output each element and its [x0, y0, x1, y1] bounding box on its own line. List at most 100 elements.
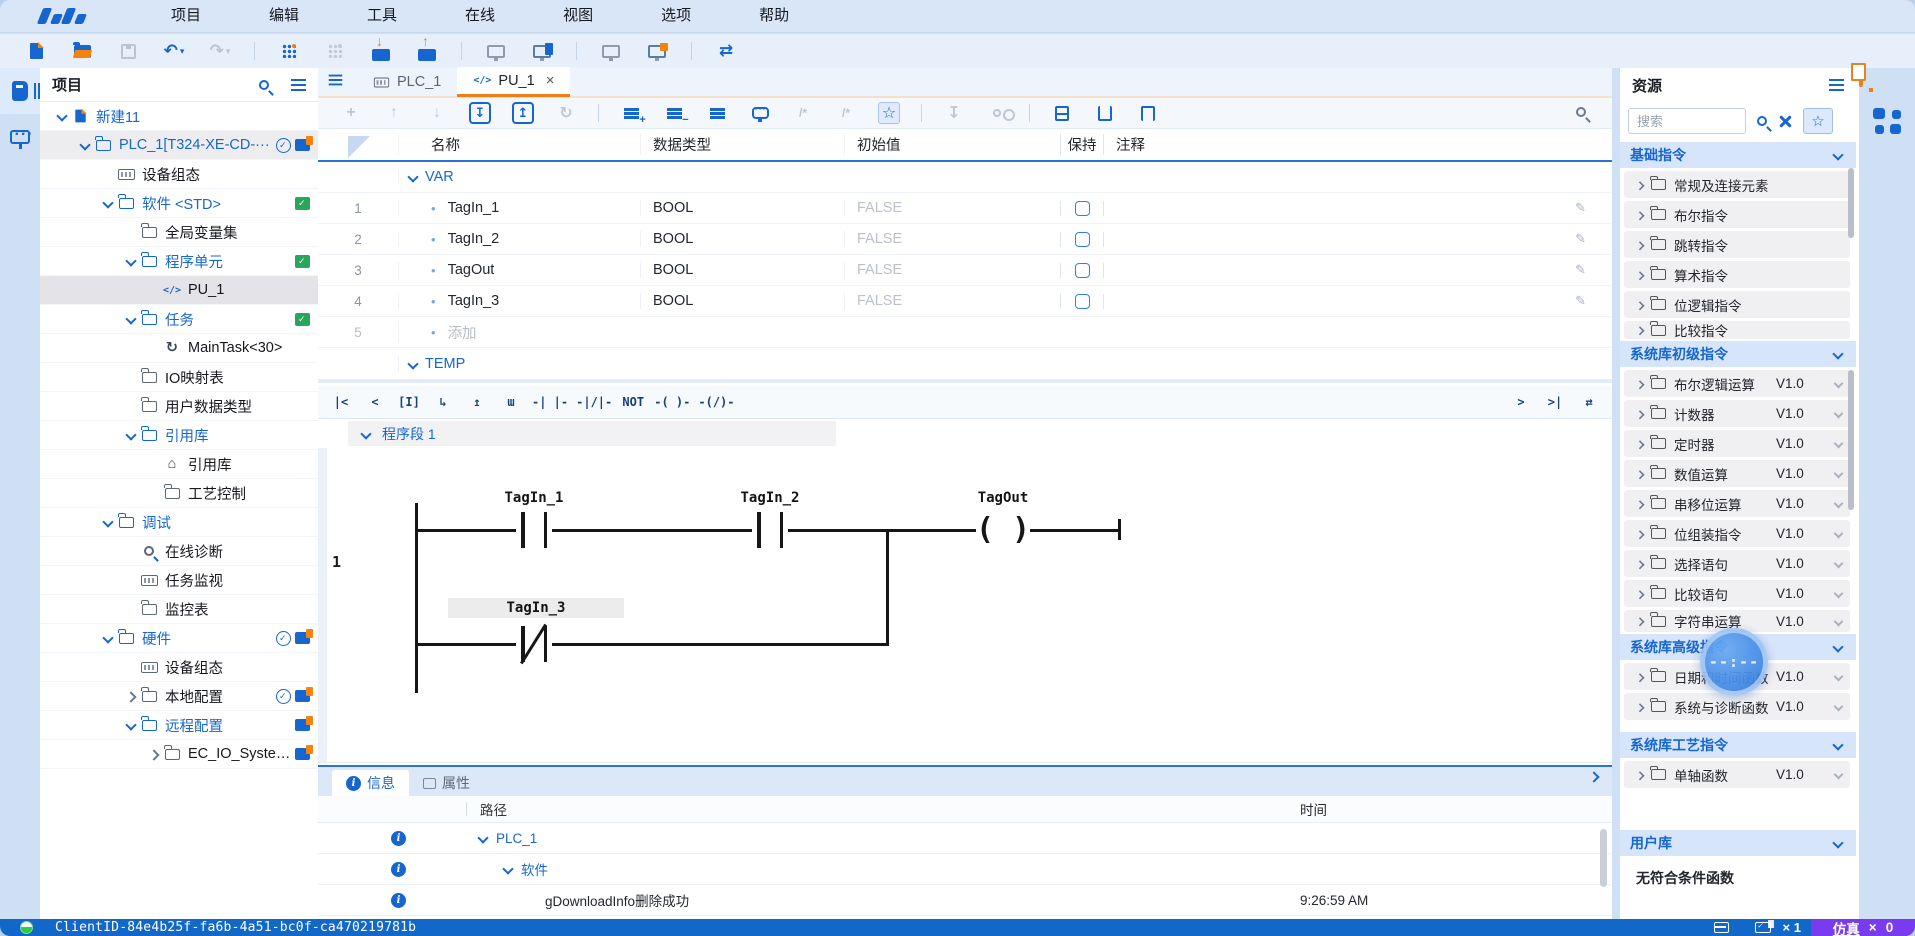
- menu-options[interactable]: 选项: [627, 0, 725, 32]
- chevron-down-icon[interactable]: [1830, 639, 1846, 655]
- tree-item-hardware[interactable]: 硬件: [40, 624, 318, 653]
- column-comment[interactable]: 注释: [1104, 134, 1612, 155]
- library-item[interactable]: 算术指令: [1624, 261, 1850, 288]
- recompile-button[interactable]: ↻: [555, 102, 577, 124]
- menu-tools[interactable]: 工具: [333, 0, 431, 32]
- chevron-down-icon[interactable]: [475, 830, 491, 846]
- simulation-status-button[interactable]: 仿真 × 0: [1811, 919, 1915, 936]
- next-network-button[interactable]: >: [1508, 390, 1534, 414]
- connect-device-button[interactable]: [484, 39, 508, 63]
- comment-bubble-button[interactable]: [749, 102, 771, 124]
- insert-row-button[interactable]: [620, 102, 642, 124]
- chevron-right-icon[interactable]: [123, 688, 139, 704]
- first-network-button[interactable]: |<: [328, 390, 354, 414]
- chevron-right-icon[interactable]: [1634, 768, 1647, 781]
- tab-plc1[interactable]: PLC_1: [357, 67, 457, 97]
- edit-pencil-icon[interactable]: ✎: [1575, 293, 1586, 309]
- tools-cross-icon[interactable]: [1778, 114, 1792, 128]
- chevron-right-icon[interactable]: [1634, 437, 1647, 450]
- retain-checkbox[interactable]: [1075, 232, 1090, 247]
- info-row[interactable]: i gDownloadInfo删除成功 9:26:59 AM: [318, 885, 1612, 916]
- chevron-right-icon[interactable]: [1634, 377, 1647, 390]
- edit-pencil-icon[interactable]: ✎: [1575, 200, 1586, 216]
- ladder-canvas[interactable]: 1 TagIn_1 TagIn_2 TagOut () TagIn_3: [318, 448, 1612, 763]
- chevron-right-icon[interactable]: [1634, 587, 1647, 600]
- search-icon[interactable]: [1757, 116, 1767, 126]
- close-icon[interactable]: ×: [546, 72, 555, 89]
- simulation-button[interactable]: [645, 39, 669, 63]
- download-library-button[interactable]: ↧: [943, 102, 965, 124]
- coil-label[interactable]: TagOut: [943, 490, 1063, 506]
- chevron-right-icon[interactable]: [146, 746, 162, 762]
- chevron-right-icon[interactable]: [1634, 238, 1647, 251]
- save-button[interactable]: [116, 39, 140, 63]
- import-button[interactable]: ↧: [469, 102, 491, 124]
- chevron-down-icon[interactable]: [1834, 529, 1844, 539]
- tree-item-remote-config[interactable]: 远程配置: [40, 711, 318, 740]
- multi-coil-button[interactable]: ɯ: [498, 390, 524, 414]
- chevron-right-icon[interactable]: [1634, 467, 1647, 480]
- chevron-down-icon[interactable]: [100, 514, 116, 530]
- chevron-right-icon[interactable]: [1634, 497, 1647, 510]
- sort-icon[interactable]: [291, 79, 306, 91]
- add-variable-row[interactable]: 5 •添加: [318, 317, 1612, 348]
- chevron-down-icon[interactable]: [1830, 737, 1846, 753]
- library-item[interactable]: 跳转指令: [1624, 231, 1850, 258]
- section-system-process[interactable]: 系统库工艺指令: [1620, 732, 1856, 758]
- chevron-down-icon[interactable]: [1830, 346, 1846, 362]
- chevron-down-icon[interactable]: [1830, 147, 1846, 163]
- chevron-down-icon[interactable]: [1834, 672, 1844, 682]
- retain-checkbox[interactable]: [1075, 201, 1090, 216]
- move-up-button[interactable]: ↑: [383, 102, 405, 124]
- chevron-down-icon[interactable]: [1834, 616, 1844, 626]
- contact-nc-button[interactable]: -|/|-: [576, 390, 612, 414]
- chevron-down-icon[interactable]: [100, 630, 116, 646]
- tab-properties[interactable]: 属性: [409, 770, 484, 796]
- group-row-var[interactable]: VAR: [318, 162, 1612, 193]
- menu-edit[interactable]: 编辑: [235, 0, 333, 32]
- library-item[interactable]: 选择语句V1.0: [1624, 550, 1850, 577]
- reroute-button[interactable]: ⇄: [1576, 390, 1602, 414]
- search-input[interactable]: [1628, 108, 1746, 134]
- chevron-right-icon[interactable]: [1634, 700, 1647, 713]
- library-item[interactable]: 比较指令: [1624, 321, 1850, 339]
- sort-icon[interactable]: [1829, 79, 1844, 91]
- edit-pencil-icon[interactable]: ✎: [1575, 231, 1586, 247]
- library-item[interactable]: 位逻辑指令: [1624, 291, 1850, 318]
- find-references-button[interactable]: [986, 102, 1008, 124]
- chevron-down-icon[interactable]: [1834, 559, 1844, 569]
- layout-window-icon[interactable]: [1714, 922, 1729, 933]
- chevron-right-icon[interactable]: [1634, 557, 1647, 570]
- chevron-down-icon[interactable]: [1834, 589, 1844, 599]
- comment-block-button[interactable]: /*: [792, 102, 814, 124]
- tree-item-pu1[interactable]: </>PU_1: [40, 276, 318, 305]
- scrollbar-thumb[interactable]: [1848, 168, 1854, 238]
- tree-item-watch-table[interactable]: 监控表: [40, 595, 318, 624]
- chevron-down-icon[interactable]: [1834, 409, 1844, 419]
- contact-no-button[interactable]: -| |-: [532, 390, 568, 414]
- chevron-down-icon[interactable]: [1834, 770, 1844, 780]
- group-row-temp[interactable]: TEMP: [318, 348, 1612, 379]
- retain-checkbox[interactable]: [1075, 294, 1090, 309]
- column-retain[interactable]: 保持: [1060, 134, 1104, 155]
- chevron-down-icon[interactable]: [1834, 439, 1844, 449]
- tree-item-plc1[interactable]: PLC_1[T324-XE-CD-···: [40, 131, 318, 160]
- chevron-down-icon[interactable]: [123, 253, 139, 269]
- favorites-filter-button[interactable]: ☆: [1803, 108, 1833, 134]
- menu-help[interactable]: 帮助: [725, 0, 823, 32]
- tree-item-libraries[interactable]: 引用库: [40, 421, 318, 450]
- library-item[interactable]: 串移位运算V1.0: [1624, 490, 1850, 517]
- chevron-right-icon[interactable]: [1634, 208, 1647, 221]
- chevron-down-icon[interactable]: [77, 137, 93, 153]
- last-network-button[interactable]: >|: [1542, 390, 1568, 414]
- online-monitor-button[interactable]: [530, 39, 554, 63]
- menu-online[interactable]: 在线: [431, 0, 529, 32]
- chevron-down-icon[interactable]: [1834, 469, 1844, 479]
- floating-timer-bubble[interactable]: --:--: [1700, 628, 1768, 696]
- editor-search-button[interactable]: [1576, 104, 1586, 122]
- export-button[interactable]: ↥: [512, 102, 534, 124]
- chevron-down-icon[interactable]: [1834, 702, 1844, 712]
- chevron-right-icon[interactable]: [1634, 615, 1647, 628]
- contact-label[interactable]: TagIn_2: [710, 490, 830, 506]
- favorites-star-button[interactable]: ☆: [878, 102, 900, 124]
